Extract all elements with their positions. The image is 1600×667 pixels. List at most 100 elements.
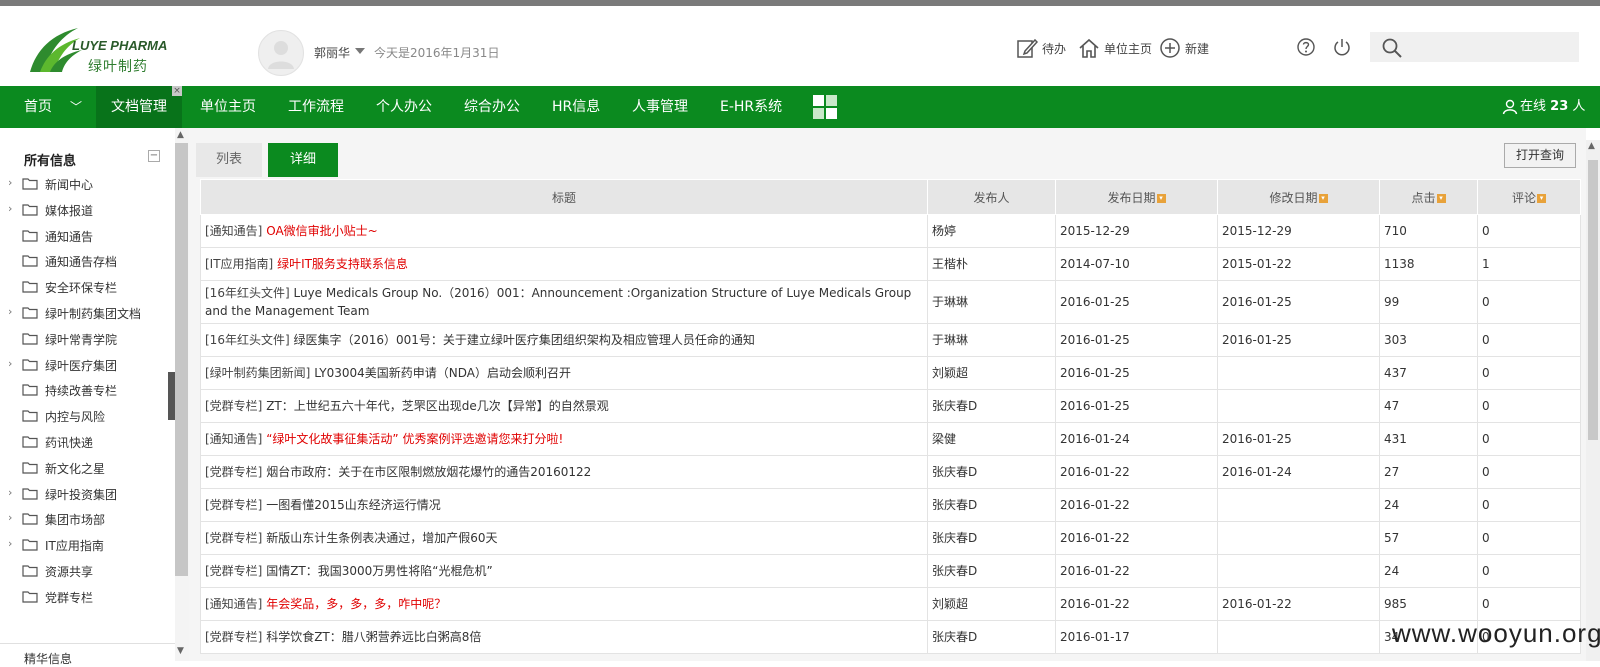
logout-button[interactable]: [1332, 37, 1352, 60]
company-logo[interactable]: LUYE PHARMA 绿叶制药: [26, 24, 167, 80]
nav-item-workflow[interactable]: 工作流程: [288, 86, 344, 128]
user-name[interactable]: 郭丽华: [314, 44, 350, 61]
document-title-link[interactable]: 国情ZT：我国3000万男性将陷“光棍危机”: [266, 564, 493, 578]
close-icon[interactable]: ×: [172, 86, 182, 96]
folder-icon: [22, 332, 38, 348]
cell-title[interactable]: [通知通告] 年会奖品，多，多，多，咋中呢？: [200, 587, 928, 621]
chevron-right-icon[interactable]: ›: [8, 486, 12, 499]
tab-list[interactable]: 列表: [196, 143, 262, 177]
page-scrollbar[interactable]: [1588, 160, 1598, 440]
column-header-clicks[interactable]: 点击 ▾: [1379, 179, 1478, 215]
apps-grid-button[interactable]: [812, 94, 838, 123]
search-input[interactable]: [1414, 36, 1573, 60]
sort-icon[interactable]: ▾: [1436, 193, 1446, 203]
document-title-link[interactable]: 科学饮食ZT：腊八粥营养远比白粥高8倍: [266, 630, 481, 644]
document-title-link[interactable]: LY03004美国新药申请（NDA）启动会顺利召开: [314, 366, 571, 380]
column-header-author[interactable]: 发布人: [927, 179, 1056, 215]
document-title-link[interactable]: 一图看懂2015山东经济运行情况: [266, 498, 441, 512]
cell-clicks: 303: [1379, 323, 1478, 357]
document-title-link[interactable]: 绿叶IT服务支持联系信息: [277, 257, 408, 271]
cell-title[interactable]: [绿叶制药集团新闻] LY03004美国新药申请（NDA）启动会顺利召开: [200, 356, 928, 390]
chevron-right-icon[interactable]: ›: [8, 511, 12, 524]
document-title-link[interactable]: “绿叶文化故事征集活动” 优秀案例评选邀请您来打分啦!: [266, 432, 563, 446]
cell-title[interactable]: [16年红头文件] Luye Medicals Group No.（2016）0…: [200, 280, 928, 324]
chevron-down-icon[interactable]: [355, 48, 365, 54]
search-icon[interactable]: [1381, 37, 1403, 59]
nav-item-ehr[interactable]: E-HR系统: [720, 86, 782, 128]
table-row[interactable]: [通知通告] OA微信审批小贴士~ 杨婷 2015-12-29 2015-12-29 7…: [200, 214, 1581, 248]
today-date: 今天是2016年1月31日: [374, 46, 500, 60]
cell-title[interactable]: [党群专栏] 一图看懂2015山东经济运行情况: [200, 488, 928, 522]
cell-comments: 0: [1477, 280, 1581, 324]
sidebar-footer[interactable]: 精华信息: [24, 650, 72, 667]
cell-title[interactable]: [党群专栏] 新版山东计生条例表决通过，增加产假60天: [200, 521, 928, 555]
table-row[interactable]: [党群专栏] 一图看懂2015山东经济运行情况 张庆春D 2016-01-22 24 0: [200, 488, 1581, 522]
chevron-up-icon[interactable]: ▲: [177, 130, 184, 140]
chevron-right-icon[interactable]: ›: [8, 202, 12, 215]
tab-detail[interactable]: 详细: [268, 143, 338, 177]
chevron-up-icon[interactable]: ▲: [1588, 141, 1595, 151]
nav-item-home[interactable]: 首页: [24, 86, 52, 128]
document-title-link[interactable]: ZT：上世纪五六十年代，芝罘区出现de几次【异常】的自然景观: [266, 399, 609, 413]
document-title-link[interactable]: 年会奖品，多，多，多，咋中呢？: [266, 597, 446, 611]
document-title-link[interactable]: 新版山东计生条例表决通过，增加产假60天: [266, 531, 497, 545]
open-query-button[interactable]: 打开查询: [1504, 143, 1576, 168]
document-title-link[interactable]: 绿医集字（2016）001号：关于建立绿叶医疗集团组织架构及相应管理人员任命的通…: [293, 333, 754, 347]
table-row[interactable]: [16年红头文件] 绿医集字（2016）001号：关于建立绿叶医疗集团组织架构及…: [200, 323, 1581, 357]
new-button[interactable]: 新建: [1159, 36, 1209, 60]
cell-title[interactable]: [党群专栏] ZT：上世纪五六十年代，芝罘区出现de几次【异常】的自然景观: [200, 389, 928, 423]
cell-title[interactable]: [党群专栏] 烟台市政府：关于在市区限制燃放烟花爆竹的通告20160122: [200, 455, 928, 489]
cell-title[interactable]: [通知通告] OA微信审批小贴士~: [200, 214, 928, 248]
document-title-link[interactable]: OA微信审批小贴士~: [266, 224, 378, 238]
sort-icon[interactable]: ▾: [1156, 193, 1166, 203]
sidebar-scrollbar[interactable]: [175, 143, 188, 576]
table-row[interactable]: [通知通告] “绿叶文化故事征集活动” 优秀案例评选邀请您来打分啦! 梁健 2016…: [200, 422, 1581, 456]
nav-item-personal-office[interactable]: 个人办公: [376, 86, 432, 128]
nav-item-hr-info[interactable]: HR信息: [552, 86, 600, 128]
todo-button[interactable]: 待办: [1016, 36, 1066, 60]
table-row[interactable]: [党群专栏] 国情ZT：我国3000万男性将陷“光棍危机” 张庆春D 2016-01…: [200, 554, 1581, 588]
power-icon: [1334, 39, 1350, 56]
avatar[interactable]: [258, 30, 304, 76]
sort-icon[interactable]: ▾: [1318, 193, 1328, 203]
table-row[interactable]: [绿叶制药集团新闻] LY03004美国新药申请（NDA）启动会顺利召开 刘颖超 2…: [200, 356, 1581, 390]
cell-title[interactable]: [通知通告] “绿叶文化故事征集活动” 优秀案例评选邀请您来打分啦!: [200, 422, 928, 456]
sidebar-splitter[interactable]: [168, 372, 175, 420]
document-title-link[interactable]: Luye Medicals Group No.（2016）001：Announc…: [205, 286, 911, 318]
search-box[interactable]: [1370, 32, 1579, 62]
column-header-title[interactable]: 标题: [200, 179, 928, 215]
nav-item-documents[interactable]: 文档管理: [96, 86, 182, 128]
chevron-down-icon[interactable]: ﹀: [70, 86, 82, 128]
cell-publish-date: 2016-01-22: [1055, 587, 1218, 621]
table-row[interactable]: [党群专栏] ZT：上世纪五六十年代，芝罘区出现de几次【异常】的自然景观 张庆春…: [200, 389, 1581, 423]
document-title-link[interactable]: 烟台市政府：关于在市区限制燃放烟花爆竹的通告20160122: [266, 465, 591, 479]
nav-item-unit-home[interactable]: 单位主页: [200, 86, 256, 128]
table-row[interactable]: [党群专栏] 科学饮食ZT：腊八粥营养远比白粥高8倍 张庆春D 2016-01-17…: [200, 620, 1581, 654]
table-row[interactable]: [党群专栏] 新版山东计生条例表决通过，增加产假60天 张庆春D 2016-01-2…: [200, 521, 1581, 555]
cell-title[interactable]: [党群专栏] 科学饮食ZT：腊八粥营养远比白粥高8倍: [200, 620, 928, 654]
table-row[interactable]: [党群专栏] 烟台市政府：关于在市区限制燃放烟花爆竹的通告20160122 张庆春…: [200, 455, 1581, 489]
table-row[interactable]: [通知通告] 年会奖品，多，多，多，咋中呢？ 刘颖超 2016-01-22 2016-…: [200, 587, 1581, 621]
cell-title[interactable]: [16年红头文件] 绿医集字（2016）001号：关于建立绿叶医疗集团组织架构及…: [200, 323, 928, 357]
logo-chinese-text: 绿叶制药: [88, 59, 148, 75]
cell-title[interactable]: [党群专栏] 国情ZT：我国3000万男性将陷“光棍危机”: [200, 554, 928, 588]
category-label: [党群专栏]: [205, 399, 263, 413]
sort-icon[interactable]: ▾: [1537, 193, 1546, 203]
chevron-down-icon[interactable]: ▼: [177, 646, 184, 656]
chevron-right-icon[interactable]: ›: [8, 537, 12, 550]
unit-home-button[interactable]: 单位主页: [1078, 36, 1152, 60]
chevron-right-icon[interactable]: ›: [8, 357, 12, 370]
chevron-right-icon[interactable]: ›: [8, 305, 12, 318]
help-button[interactable]: [1296, 37, 1316, 60]
nav-item-general-office[interactable]: 综合办公: [464, 86, 520, 128]
nav-item-personnel[interactable]: 人事管理: [632, 86, 688, 128]
grid-icon: [813, 95, 837, 119]
column-header-publish-date[interactable]: 发布日期 ▾: [1055, 179, 1218, 215]
table-row[interactable]: [16年红头文件] Luye Medicals Group No.（2016）0…: [200, 280, 1581, 324]
chevron-right-icon[interactable]: ›: [8, 176, 12, 189]
table-row[interactable]: [IT应用指南] 绿叶IT服务支持联系信息 王楷朴 2014-07-10 2015-0…: [200, 247, 1581, 281]
column-header-modify-date[interactable]: 修改日期 ▾: [1217, 179, 1380, 215]
column-header-comments[interactable]: 评论 ▾: [1477, 179, 1581, 215]
cell-title[interactable]: [IT应用指南] 绿叶IT服务支持联系信息: [200, 247, 928, 281]
collapse-icon[interactable]: −: [148, 150, 160, 162]
